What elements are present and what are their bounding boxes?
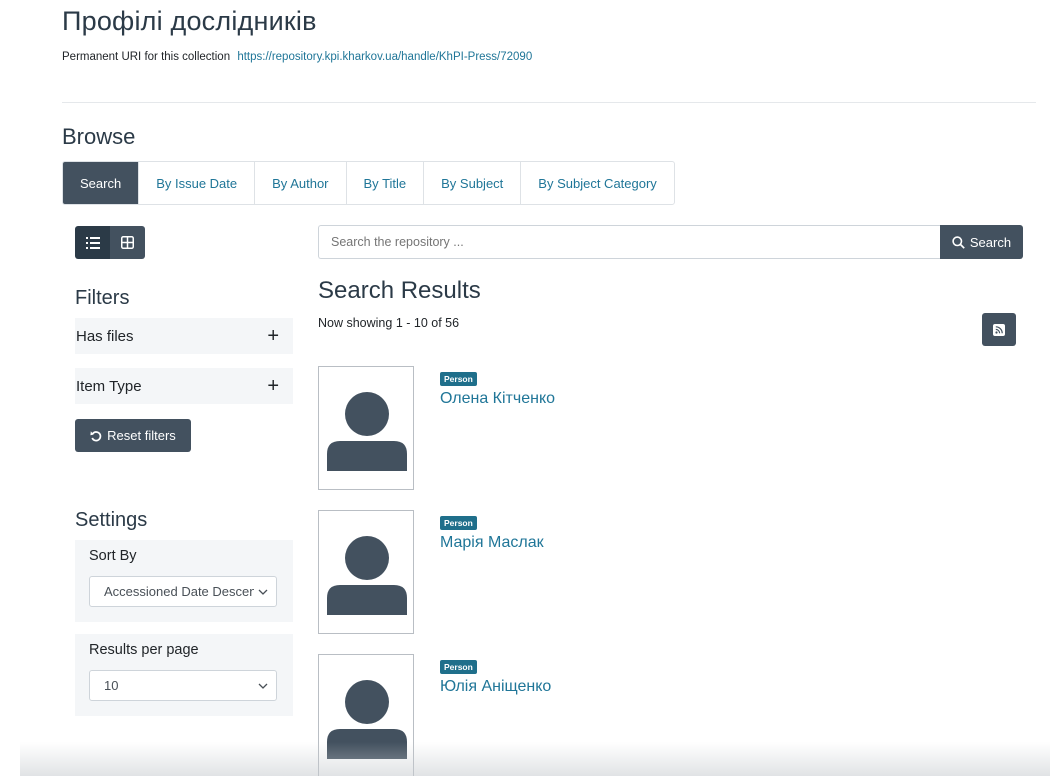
- rpp-setting: Results per page 10: [75, 634, 293, 716]
- person-thumbnail[interactable]: [318, 366, 414, 490]
- rss-icon: [993, 323, 1005, 336]
- sort-value: Accessioned Date Descending: [104, 584, 254, 599]
- uri-link[interactable]: https://repository.kpi.kharkov.ua/handle…: [237, 51, 532, 63]
- tab-by-title[interactable]: By Title: [347, 162, 425, 204]
- person-icon: [327, 536, 407, 615]
- person-thumbnail[interactable]: [318, 654, 414, 776]
- page-title: Профілі дослідників: [62, 6, 317, 36]
- tab-by-author[interactable]: By Author: [255, 162, 347, 204]
- settings-heading: Settings: [75, 509, 148, 531]
- list-view-button[interactable]: [75, 226, 110, 259]
- sort-setting: Sort By Accessioned Date Descending: [75, 540, 293, 622]
- person-icon: [327, 392, 407, 471]
- grid-icon: [121, 236, 134, 249]
- permanent-uri: Permanent URI for this collection https:…: [62, 51, 532, 63]
- result-item: Person Олена Кітченко: [318, 366, 1018, 490]
- reset-filters-label: Reset filters: [107, 428, 176, 443]
- rpp-value: 10: [104, 678, 119, 693]
- facet-item-type[interactable]: Item Type +: [75, 368, 293, 404]
- search-input[interactable]: [318, 225, 940, 259]
- plus-icon: +: [267, 324, 279, 347]
- result-item: Person Юлія Аніщенко: [318, 654, 1018, 776]
- result-title-link[interactable]: Олена Кітченко: [440, 390, 555, 408]
- tab-by-issue-date[interactable]: By Issue Date: [139, 162, 256, 204]
- tab-by-subject-category[interactable]: By Subject Category: [521, 162, 674, 204]
- search-icon: [952, 235, 965, 249]
- tab-by-subject[interactable]: By Subject: [424, 162, 522, 204]
- person-thumbnail[interactable]: [318, 510, 414, 634]
- rss-button[interactable]: [982, 313, 1016, 346]
- browse-tabs: Search By Issue Date By Author By Title …: [62, 161, 675, 205]
- person-icon: [327, 680, 407, 759]
- facet-has-files[interactable]: Has files +: [75, 318, 293, 354]
- divider: [62, 102, 1036, 103]
- results-count: Now showing 1 - 10 of 56: [318, 316, 460, 330]
- person-badge: Person: [440, 516, 477, 530]
- tab-search[interactable]: Search: [63, 162, 140, 204]
- results-heading: Search Results: [318, 277, 481, 304]
- view-mode-toggle: [75, 226, 145, 259]
- uri-label: Permanent URI for this collection: [62, 51, 231, 63]
- result-title-link[interactable]: Юлія Аніщенко: [440, 678, 551, 696]
- grid-view-button[interactable]: [110, 226, 145, 259]
- facet-label: Item Type: [76, 377, 142, 395]
- person-badge: Person: [440, 372, 477, 386]
- list-icon: [85, 236, 100, 249]
- facet-label: Has files: [76, 327, 134, 345]
- browse-heading: Browse: [62, 124, 136, 149]
- search-button-label: Search: [969, 234, 1012, 250]
- rpp-label: Results per page: [89, 642, 199, 658]
- chevron-down-icon: [258, 683, 268, 689]
- person-badge: Person: [440, 660, 477, 674]
- result-title-link[interactable]: Марія Маслак: [440, 534, 544, 552]
- result-item: Person Марія Маслак: [318, 510, 1018, 634]
- filters-heading: Filters: [75, 287, 130, 309]
- plus-icon: +: [267, 374, 279, 397]
- rpp-select[interactable]: 10: [89, 670, 277, 701]
- undo-icon: [90, 430, 102, 441]
- chevron-down-icon: [258, 589, 268, 595]
- sort-label: Sort By: [89, 548, 137, 564]
- search-button[interactable]: Search: [940, 225, 1023, 259]
- sort-select[interactable]: Accessioned Date Descending: [89, 576, 277, 607]
- reset-filters-button[interactable]: Reset filters: [75, 419, 191, 452]
